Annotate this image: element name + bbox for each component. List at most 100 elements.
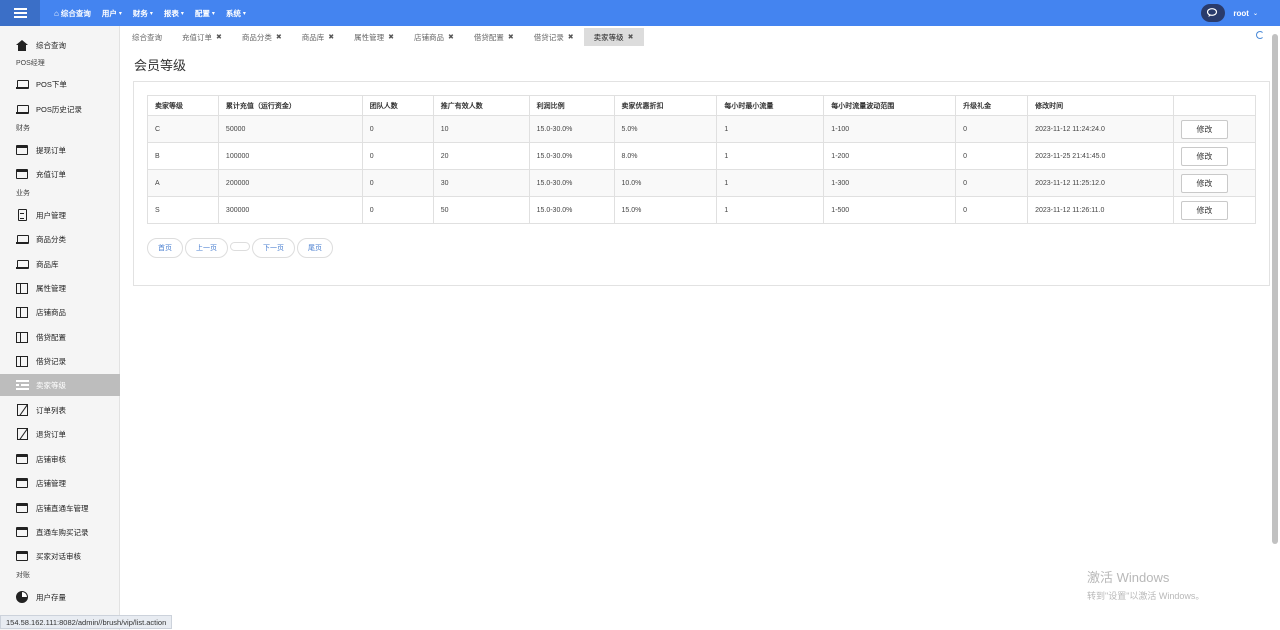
- table-cell: A: [147, 169, 219, 197]
- table-cell: 10.0%: [613, 169, 718, 197]
- table-cell: 50: [432, 196, 530, 224]
- tab-item[interactable]: 借贷配置 ✖: [464, 28, 524, 46]
- sidebar-item-pos-order[interactable]: POS下单: [0, 73, 120, 95]
- laptop-icon: [16, 258, 29, 270]
- table-cell: 1: [716, 196, 825, 224]
- sidebar-item-attribute-management[interactable]: 属性管理: [0, 277, 120, 299]
- sidebar-item-label: 充值订单: [36, 169, 66, 179]
- sidebar-item-label: 店铺管理: [36, 478, 66, 488]
- table-cell: 1-200: [823, 142, 957, 170]
- sidebar-item-product-category[interactable]: 商品分类: [0, 228, 120, 250]
- pie-chart-icon: [16, 591, 28, 603]
- sidebar-item-label: 订单列表: [36, 405, 66, 415]
- close-icon[interactable]: ✖: [628, 33, 634, 41]
- tab-label: 借贷记录: [533, 32, 564, 42]
- tab-item[interactable]: 借贷记录 ✖: [524, 28, 584, 46]
- sidebar-item-withdraw-orders[interactable]: 提现订单: [0, 139, 120, 161]
- menu-toggle-button[interactable]: [0, 0, 40, 26]
- sidebar-item-shop-management[interactable]: 店铺管理: [0, 472, 120, 494]
- edit-button[interactable]: 修改: [1180, 146, 1228, 166]
- tab-label: 充值订单: [182, 32, 212, 42]
- tab-item[interactable]: 商品分类 ✖: [232, 28, 292, 46]
- table-header-cell: 团队人数: [361, 95, 434, 116]
- sidebar-item-seller-level[interactable]: 卖家等级: [0, 374, 120, 396]
- close-icon[interactable]: ✖: [508, 33, 514, 41]
- table-cell: 2023-11-25 21:41:45.0: [1027, 142, 1174, 170]
- sidebar-item-label: 提现订单: [36, 145, 66, 155]
- tab-label: 卖家等级: [593, 32, 624, 42]
- tab-item[interactable]: 充值订单 ✖: [172, 28, 232, 46]
- first-page-button[interactable]: 首页: [147, 238, 183, 258]
- edit-button[interactable]: 修改: [1180, 173, 1228, 193]
- sidebar-item-label: 属性管理: [36, 283, 66, 293]
- close-icon[interactable]: ✖: [568, 33, 574, 41]
- watermark-subtitle: 转到"设置"以激活 Windows。: [1087, 591, 1205, 601]
- close-icon[interactable]: ✖: [276, 33, 282, 41]
- tab-item[interactable]: 属性管理 ✖: [344, 28, 404, 46]
- sidebar-item-user-stock[interactable]: 用户存量: [0, 586, 120, 608]
- sidebar-section-business: 业务: [16, 190, 30, 197]
- sidebar-item-pos-history[interactable]: POS历史记录: [0, 98, 120, 120]
- topnav-item-label: 财务: [132, 8, 148, 18]
- edit-button[interactable]: 修改: [1180, 200, 1228, 220]
- topnav-item[interactable]: 配置 ▾: [195, 8, 215, 19]
- sidebar-item-loan-records[interactable]: 借贷记录: [0, 350, 120, 372]
- sidebar-item-home[interactable]: 综合查询: [0, 34, 120, 56]
- sidebar-item-shop-products[interactable]: 店铺商品: [0, 301, 120, 323]
- close-icon[interactable]: ✖: [448, 33, 454, 41]
- sidebar-item-label: 店铺商品: [36, 307, 66, 317]
- prev-page-button[interactable]: 上一页: [185, 238, 228, 258]
- next-page-button[interactable]: 下一页: [252, 238, 295, 258]
- tab-item[interactable]: 综合查询: [122, 28, 172, 46]
- last-page-button[interactable]: 尾页: [297, 238, 333, 258]
- table-cell: 1-500: [823, 196, 957, 224]
- username-label: root: [1233, 8, 1249, 18]
- chat-button[interactable]: [1201, 4, 1226, 22]
- topnav-item[interactable]: 财务 ▾: [133, 8, 153, 19]
- topnav-item-label: 综合查询: [60, 8, 91, 18]
- box-icon: [16, 404, 28, 416]
- sidebar-item-recharge-orders[interactable]: 充值订单: [0, 163, 120, 185]
- tab-item[interactable]: 卖家等级 ✖: [583, 28, 644, 46]
- table-row: S 300000 0 50 15.0-30.0% 15.0% 1 1-500 0 2023-11-…: [147, 196, 1257, 224]
- sidebar-item-label: 借贷记录: [36, 356, 66, 366]
- sidebar-item-return-orders[interactable]: 退货订单: [0, 423, 120, 445]
- tab-item[interactable]: 商品库 ✖: [292, 28, 344, 46]
- close-icon[interactable]: ✖: [328, 33, 334, 41]
- sidebar-item-shop-express-management[interactable]: 店铺直通车管理: [0, 497, 120, 519]
- topnav-item[interactable]: 报表 ▾: [164, 8, 184, 19]
- card-icon: [16, 168, 28, 180]
- topnav-item[interactable]: 用户 ▾: [102, 8, 122, 19]
- sidebar-item-product-library[interactable]: 商品库: [0, 253, 120, 275]
- columns-icon: [16, 306, 28, 318]
- close-icon[interactable]: ✖: [388, 33, 394, 41]
- topnav-item[interactable]: 系统 ▾: [226, 8, 246, 19]
- sidebar-item-user-management[interactable]: 用户管理: [0, 204, 120, 226]
- user-menu[interactable]: root ⌄: [1233, 9, 1258, 18]
- topnav-item[interactable]: ⌂ 综合查询: [54, 8, 91, 19]
- table-cell: 0: [361, 169, 434, 197]
- page-number-input[interactable]: [230, 242, 250, 251]
- refresh-icon[interactable]: [1256, 31, 1264, 39]
- table-cell: 2023-11-12 11:26:11.0: [1027, 196, 1174, 224]
- page-title: 会员等级: [134, 58, 187, 73]
- card-icon: [16, 502, 28, 514]
- sidebar-section-reconcile: 对账: [16, 572, 30, 579]
- close-icon[interactable]: ✖: [216, 33, 222, 41]
- top-nav-menu: ⌂ 综合查询 用户 ▾ 财务 ▾ 报表 ▾ 配置 ▾ 系统 ▾: [54, 0, 246, 26]
- page-tabs: 综合查询 充值订单 ✖ 商品分类 ✖ 商品库 ✖ 属性管理 ✖ 店铺商品 ✖ 借贷配置 ✖ 借贷记录 ✖ 卖家…: [122, 28, 644, 46]
- sidebar-item-label: 直通车购买记录: [36, 527, 89, 537]
- tab-item[interactable]: 店铺商品 ✖: [404, 28, 464, 46]
- table-header-cell: 推广有效人数: [432, 95, 530, 116]
- caret-down-icon: ▾: [118, 10, 122, 17]
- scrollbar[interactable]: [1272, 34, 1278, 544]
- table-header-cell: 累计充值（运行资金）: [217, 95, 363, 116]
- table-header-cell: 修改时间: [1027, 95, 1174, 116]
- sidebar-item-loan-config[interactable]: 借贷配置: [0, 326, 120, 348]
- sidebar-item-buyer-chat-review[interactable]: 买家对话审核: [0, 545, 120, 567]
- sidebar-item-shop-review[interactable]: 店铺审核: [0, 448, 120, 470]
- sidebar-item-order-list[interactable]: 订单列表: [0, 399, 120, 421]
- sidebar-item-express-purchase-records[interactable]: 直通车购买记录: [0, 521, 120, 543]
- level-table: 卖家等级 累计充值（运行资金） 团队人数 推广有效人数 利润比例 卖家优惠折扣 每小时最小流…: [147, 95, 1257, 224]
- edit-button[interactable]: 修改: [1180, 119, 1228, 139]
